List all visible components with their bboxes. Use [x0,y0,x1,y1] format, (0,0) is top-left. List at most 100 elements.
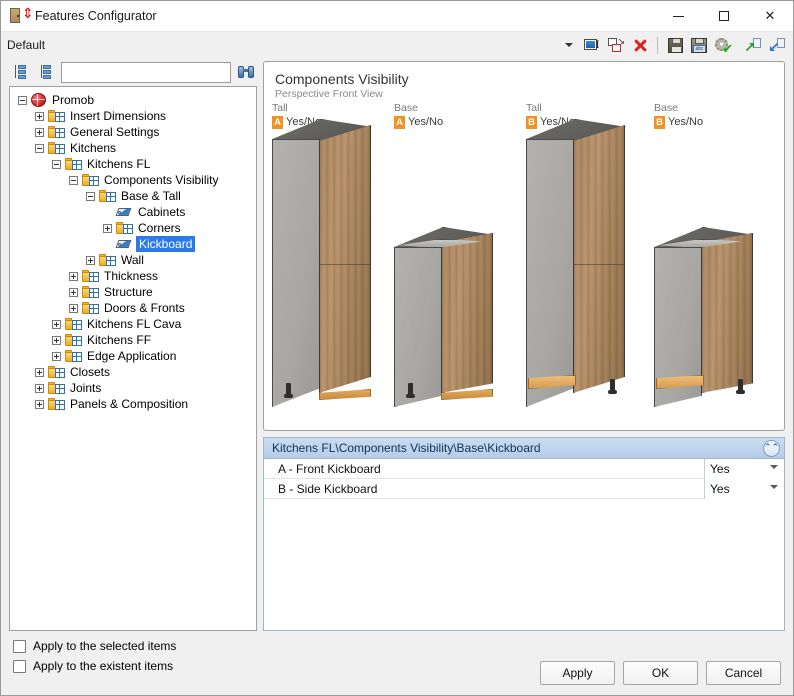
cabinet-kind-label: Tall [272,102,288,114]
tree-item-base-tall[interactable]: Base & Tall [10,188,256,204]
feature-tree[interactable]: Promob Insert Dimensions General Settings K… [9,86,257,631]
expand-node-icon[interactable] [35,399,44,409]
collapse-node-icon[interactable] [52,159,61,169]
folder-icon [65,317,82,331]
features-configurator-window: ⇕ Features Configurator ✕ Default I ↘ ab… [0,0,794,696]
delete-button[interactable] [629,35,651,56]
close-button[interactable]: ✕ [747,1,793,32]
tree-item-corners[interactable]: Corners [10,220,256,236]
tree-item-label: Structure [104,285,153,299]
expand-node-icon[interactable] [35,383,44,393]
tree-item-components-visibility[interactable]: Components Visibility [10,172,256,188]
tree-item-panels-composition[interactable]: Panels & Composition [10,396,256,412]
property-value-dropdown[interactable]: Yes [704,478,784,499]
collapse-node-icon[interactable] [86,191,95,201]
tree-item-structure[interactable]: Structure [10,284,256,300]
expand-node-icon[interactable] [35,127,44,137]
chevrons-up-icon[interactable]: ⌃⌃ [763,440,780,457]
chevron-down-icon[interactable] [770,484,778,489]
chevron-down-icon[interactable] [562,36,576,54]
tree-item-closets[interactable]: Closets [10,364,256,380]
tree-item-insert-dimensions[interactable]: Insert Dimensions [10,108,256,124]
expand-node-icon[interactable] [52,351,61,361]
tree-item-joints[interactable]: Joints [10,380,256,396]
property-label: B - Side Kickboard [278,481,378,496]
cabinet-3d-model [654,119,774,419]
expand-node-icon[interactable] [69,287,78,297]
tag-icon [115,206,132,219]
tree-item-cabinets[interactable]: Cabinets [10,204,256,220]
collapse-node-icon[interactable] [69,175,78,185]
binoculars-find-icon [238,65,254,79]
cabinet-side-face [394,247,442,407]
collapse-node-icon[interactable] [35,143,44,153]
apply-option-1[interactable]: Apply to the selected items [13,639,176,653]
settings-apply-button[interactable]: ✔ [712,35,734,56]
expand-node-icon[interactable] [69,303,78,313]
import-button[interactable]: ↙ [766,35,788,56]
minimize-button[interactable] [655,1,701,32]
duplicate-button[interactable]: ↘ [605,35,627,56]
checkbox-label: Apply to the existent items [33,659,174,673]
folder-icon [82,285,99,299]
tree-item-kitchens[interactable]: Kitchens [10,140,256,156]
tree-item-label: Kickboard [136,236,196,252]
expand-node-icon[interactable] [103,223,112,233]
tree-item-label: Panels & Composition [70,397,189,411]
apply-option-2[interactable]: Apply to the existent items [13,659,176,673]
checkbox[interactable] [13,639,26,653]
apply-button[interactable]: Apply [540,661,615,685]
property-label: A - Front Kickboard [278,461,381,476]
tree-item-edge-application[interactable]: Edge Application [10,348,256,364]
tree-item-label: Cabinets [138,205,186,219]
search-input[interactable] [61,61,231,83]
expand-node-icon[interactable] [86,255,95,265]
app-icon: ⇕ [10,7,34,25]
tree-item-doors-fronts[interactable]: Doors & Fronts [10,300,256,316]
tree-item-kitchens-fl-cava[interactable]: Kitchens FL Cava [10,316,256,332]
duplicate-icon: ↘ [608,37,625,53]
collapse-all-button[interactable] [35,61,57,83]
save-as-button[interactable]: abc [688,35,710,56]
toolbar: Default I ↘ abc ✔ ↗ ↙ [1,32,793,58]
checkbox[interactable] [13,659,26,673]
property-grid-header: Kitchens FL\Components Visibility\Base\K… [264,438,784,459]
rename-icon: I [583,38,601,52]
expand-all-button[interactable] [9,61,31,83]
tree-item-wall[interactable]: Wall [10,252,256,268]
tree-item-promob[interactable]: Promob [10,92,256,108]
maximize-button[interactable] [701,1,747,32]
export-button[interactable]: ↗ [742,35,764,56]
tree-item-general-settings[interactable]: General Settings [10,124,256,140]
property-value-dropdown[interactable]: Yes [704,458,784,479]
expand-node-icon[interactable] [69,271,78,281]
rename-button[interactable]: I [581,35,603,56]
folder-icon [48,109,65,123]
cabinet-preview-viewer: Components Visibility Perspective Front … [263,61,785,431]
tree-item-kickboard[interactable]: Kickboard [10,236,256,252]
tag-icon [115,238,132,251]
folder-icon [99,253,116,267]
expand-node-icon[interactable] [52,319,61,329]
cabinet-front-face [573,125,625,393]
cancel-button[interactable]: Cancel [706,661,781,685]
cabinet-foot [608,379,617,394]
ok-button[interactable]: OK [623,661,698,685]
expand-node-icon[interactable] [52,335,61,345]
folder-icon [48,381,65,395]
collapse-node-icon[interactable] [18,95,27,105]
tree-item-thickness[interactable]: Thickness [10,268,256,284]
expand-node-icon[interactable] [35,111,44,121]
property-row: A - Front Kickboard Yes [264,458,784,479]
find-button[interactable] [235,61,257,83]
viewer-subtitle: Perspective Front View [275,88,383,100]
expand-node-icon[interactable] [35,367,44,377]
tree-item-label: Components Visibility [104,173,219,187]
save-as-icon: abc [691,37,707,53]
chevron-down-icon[interactable] [770,464,778,469]
save-button[interactable] [664,35,686,56]
tree-item-kitchens-fl[interactable]: Kitchens FL [10,156,256,172]
tree-item-label: Thickness [104,269,159,283]
tree-item-label: Kitchens FL [87,157,151,171]
tree-item-kitchens-ff[interactable]: Kitchens FF [10,332,256,348]
